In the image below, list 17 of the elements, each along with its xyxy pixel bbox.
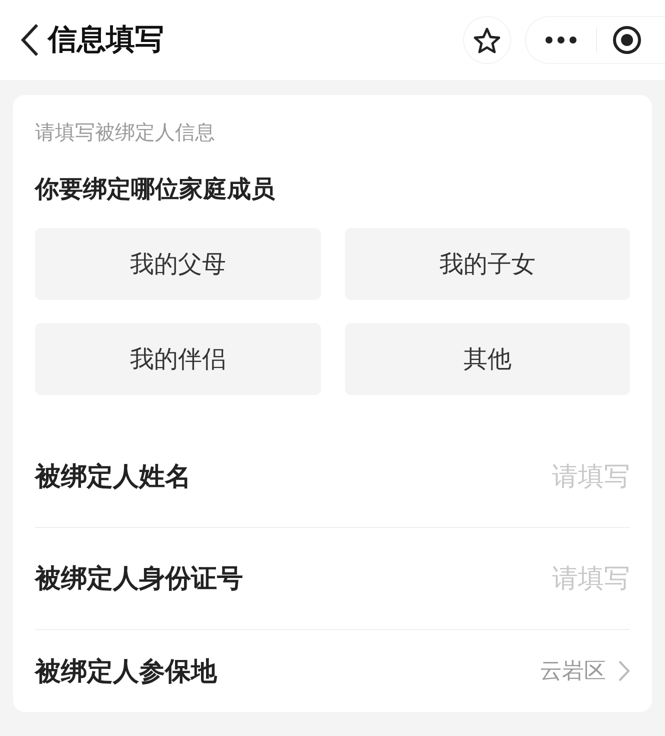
page-title: 信息填写 [48,21,165,58]
favorite-button[interactable] [463,16,511,64]
back-button[interactable] [20,23,40,57]
target-icon [612,25,642,55]
member-option[interactable]: 我的父母 [35,228,320,300]
star-icon [473,26,501,54]
field-label: 被绑定人参保地 [35,656,217,688]
member-option[interactable]: 其他 [344,323,630,395]
back-icon [20,23,40,57]
chevron-icon [618,660,630,682]
field-label: 被绑定人身份证号 [35,563,243,596]
more-icon [545,36,577,44]
field-label: 被绑定人姓名 [35,461,191,494]
question-label: 你要绑定哪位家庭成员 [35,174,276,205]
member-option[interactable]: 我的伴侣 [35,323,320,395]
section-hint: 请填写被绑定人信息 [35,119,216,146]
member-option[interactable]: 我的子女 [344,228,630,300]
